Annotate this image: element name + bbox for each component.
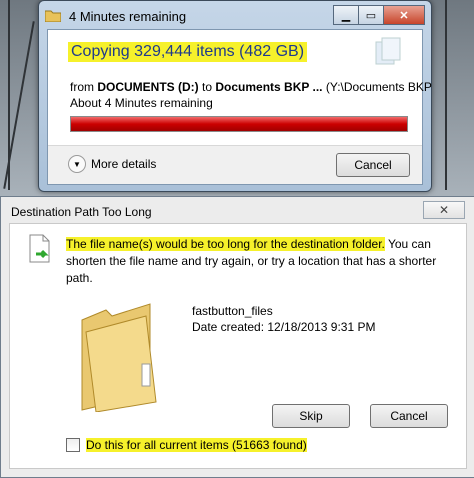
more-details-toggle[interactable]: ▼ More details [68,155,156,173]
destination-link[interactable]: Documents BKP ... [215,80,322,94]
file-stack-icon [375,37,401,65]
from-prefix: from [70,80,94,94]
folder-icon [45,10,61,22]
window-title: 4 Minutes remaining [69,9,187,24]
folder-icon [81,303,157,412]
copy-window-footer: ▼ More details Cancel [48,145,422,184]
chevron-down-icon: ▼ [68,155,86,173]
dialog-title: Destination Path Too Long [11,205,152,219]
file-date-created: Date created: 12/18/2013 9:31 PM [192,320,376,334]
to-word: to [202,80,213,94]
more-details-label: More details [91,157,157,171]
source-link[interactable]: DOCUMENTS (D:) [97,80,198,94]
time-remaining: About 4 Minutes remaining [70,96,213,110]
copy-progress-bar [70,116,408,132]
dialog-message: The file name(s) would be too long for t… [66,236,462,287]
apply-all-row[interactable]: Do this for all current items (51663 fou… [66,438,307,452]
apply-all-label[interactable]: Do this for all current items (51663 fou… [86,438,307,452]
copy-progress-window: 4 Minutes remaining ▁ ▭ ✕ Copying 329,44… [38,0,432,192]
copy-from-line: from DOCUMENTS (D:) to Documents BKP ...… [70,80,432,94]
file-name: fastbutton_files [192,304,273,318]
copy-window-titlebar: 4 Minutes remaining ▁ ▭ ✕ [45,5,425,27]
copy-cancel-button[interactable]: Cancel [336,153,410,177]
skip-button[interactable]: Skip [272,404,350,428]
tree-trunk [445,0,447,190]
path-too-long-dialog: Destination Path Too Long ✕ The file nam… [0,196,474,478]
file-arrow-icon [29,234,50,263]
dialog-cancel-button[interactable]: Cancel [370,404,448,428]
minimize-button[interactable]: ▁ [333,5,359,25]
dialog-close-button[interactable]: ✕ [423,201,465,219]
dialog-body: The file name(s) would be too long for t… [9,223,467,469]
copy-window-body: Copying 329,444 items (482 GB) from DOCU… [47,29,432,185]
maximize-button[interactable]: ▭ [358,5,384,25]
copy-heading: Copying 329,444 items (482 GB) [68,42,308,62]
window-controls: ▁ ▭ ✕ [333,5,425,25]
progress-fill [71,117,407,131]
message-highlight: The file name(s) would be too long for t… [66,237,385,251]
destination-path: (Y:\Documents BKP [325,80,432,94]
apply-all-checkbox[interactable] [66,438,80,452]
close-button[interactable]: ✕ [383,5,425,25]
